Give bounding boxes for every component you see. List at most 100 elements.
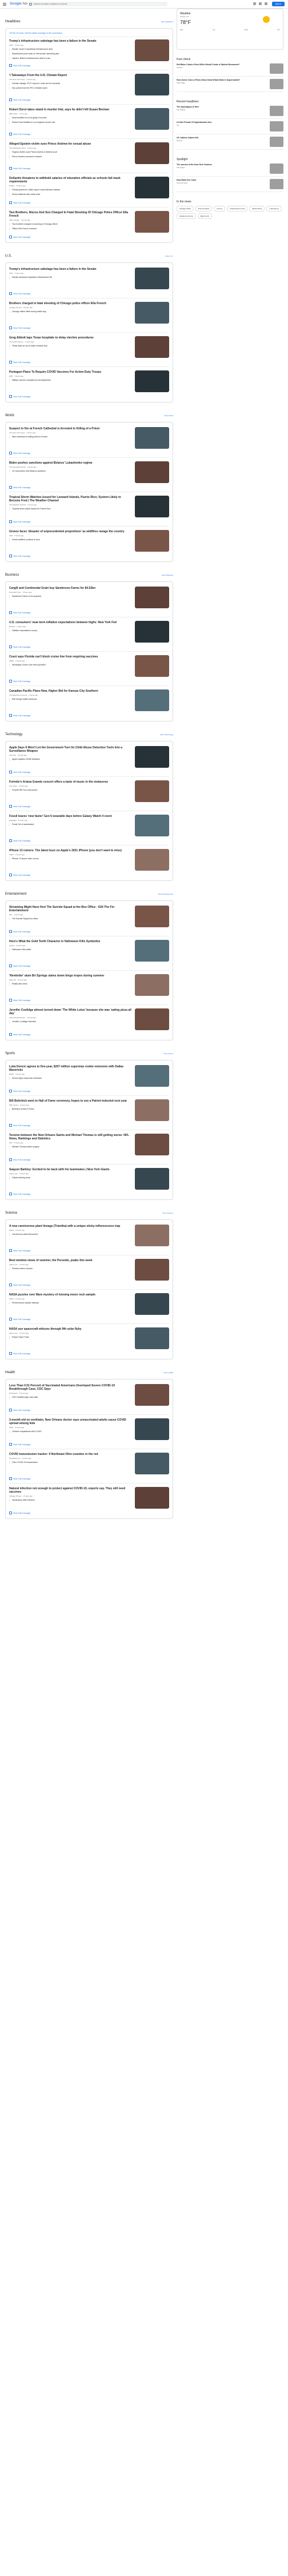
story-headline[interactable]: Court says Florida can't block cruise li… — [9, 655, 132, 659]
sidebar-item[interactable]: The sunrise of the New York Yankees The R… — [177, 161, 283, 177]
section-title[interactable]: Business More Business — [5, 572, 173, 578]
story-thumbnail[interactable] — [135, 1453, 169, 1474]
story-thumbnail[interactable] — [135, 621, 169, 643]
topic-chip[interactable]: Sanderson Farms — [177, 213, 196, 219]
sub-story[interactable]: CDC breakthrough case data — [9, 1396, 132, 1399]
full-coverage-link[interactable]: View Full Coverage — [9, 1090, 169, 1094]
section-heading[interactable]: Entertainment — [5, 892, 26, 896]
story-source[interactable]: Space.com — [9, 1263, 18, 1266]
sub-story[interactable]: Halloween Kills trailer — [9, 948, 132, 951]
full-coverage-link[interactable]: View Full Coverage — [9, 167, 169, 172]
story-thumbnail[interactable] — [135, 849, 169, 871]
sub-story[interactable]: Chicago officer killed during traffic st… — [9, 310, 132, 313]
sub-story[interactable]: Robert Durst testifies in Los Angeles mu… — [9, 121, 132, 124]
full-coverage-link[interactable]: View Full Coverage — [9, 1124, 169, 1129]
story-source[interactable]: CNET — [9, 854, 14, 856]
section-heading[interactable]: Sports — [5, 1052, 15, 1055]
section-heading[interactable]: Health — [5, 1371, 15, 1374]
story-thumbnail[interactable] — [135, 746, 169, 768]
story-source[interactable]: Reuters — [9, 625, 15, 628]
full-coverage-link[interactable]: View Full Coverage — [9, 1409, 169, 1413]
section-heading[interactable]: Business — [5, 573, 19, 577]
story-source[interactable]: WWL — [9, 1426, 13, 1429]
story-thumbnail[interactable] — [135, 1487, 169, 1509]
sidebar-item-thumbnail[interactable] — [270, 79, 283, 89]
story-source[interactable]: Vulture — [9, 944, 14, 947]
more-link[interactable]: More World — [165, 414, 173, 417]
full-coverage-link[interactable]: View Full Coverage — [9, 680, 169, 684]
sub-story[interactable]: Apple explains CSAM detection — [9, 758, 132, 761]
sub-story[interactable]: Vaccination after infection — [9, 1499, 132, 1502]
sub-story[interactable]: Doncic signs supermax extension — [9, 1077, 132, 1080]
sub-story[interactable]: Parker Solar Probe — [9, 1336, 132, 1339]
story-source[interactable]: Financial Times — [9, 591, 21, 593]
sub-story[interactable]: Florida governor's office says it could … — [9, 189, 132, 192]
story-thumbnail[interactable] — [135, 1327, 169, 1349]
topic-chip[interactable]: Tropical Storm Fred — [227, 206, 248, 212]
section-title[interactable]: World More World — [5, 413, 173, 418]
sub-story[interactable]: Texas asks for out-of-state medical help — [9, 345, 132, 348]
sub-story[interactable]: Children hospitalized with COVID — [9, 1430, 132, 1433]
story-source[interactable]: The New York Times — [9, 78, 25, 81]
story-headline[interactable]: U.S. consumers' near-term inflation expe… — [9, 621, 132, 624]
story-source[interactable]: The Weather Channel — [9, 504, 26, 506]
sidebar-item[interactable]: Fact check: Does a Photo Show Dead Whale… — [177, 77, 283, 92]
story-headline[interactable]: Streaming Might Have Hurt The Suicide Sq… — [9, 906, 132, 912]
sidebar-item[interactable]: A Killer Private Of Sophisticated Gun Vox — [177, 119, 283, 134]
story-headline[interactable]: Two Brothers, Nieces And Son Charged In … — [9, 211, 132, 218]
story-source[interactable]: CBS Chicago — [9, 219, 19, 221]
story-source[interactable]: The Associated Press — [9, 466, 26, 468]
topic-chip[interactable]: Chicago Police — [177, 206, 194, 212]
story-source[interactable]: CNET — [9, 1298, 14, 1300]
story-source[interactable]: CNN — [9, 272, 13, 274]
full-coverage-link[interactable]: View Full Coverage — [9, 64, 169, 69]
topic-chip[interactable]: Prince Andrew — [195, 206, 213, 212]
story-thumbnail[interactable] — [135, 655, 169, 677]
sidebar-item[interactable]: Did Biden Claim a Post-Office Would Crea… — [177, 61, 283, 77]
story-thumbnail[interactable] — [135, 1099, 169, 1121]
story-thumbnail[interactable] — [135, 1134, 169, 1155]
full-coverage-link[interactable]: View Full Coverage — [9, 1193, 169, 1197]
weather-card[interactable]: Weather Fresno, CA 78°F Mon Tue Wed Thu — [177, 9, 283, 50]
story-headline[interactable]: A new carnivorous plant lineage (Trianth… — [9, 1225, 132, 1228]
story-thumbnail[interactable] — [135, 427, 169, 449]
sign-in-button[interactable]: Sign in — [272, 2, 285, 6]
story-thumbnail[interactable] — [135, 689, 169, 711]
story-source[interactable]: IGN — [9, 914, 12, 916]
section-heading[interactable]: U.S. — [5, 254, 12, 258]
story-thumbnail[interactable] — [135, 530, 169, 552]
full-coverage-link[interactable]: View Full Coverage — [9, 999, 169, 1003]
full-coverage-link[interactable]: View Full Coverage — [9, 1283, 169, 1288]
full-coverage-link[interactable]: View Full Coverage — [9, 486, 169, 491]
story-headline[interactable]: COVID transmission tracker: 9 Northeast … — [9, 1453, 132, 1456]
more-link[interactable]: More Headlines — [161, 21, 173, 23]
story-thumbnail[interactable] — [135, 268, 169, 289]
story-headline[interactable]: Fossil leaves 'new faster' Gen 6 wearabl… — [9, 815, 132, 818]
full-coverage-link[interactable]: View Full Coverage — [9, 520, 169, 525]
full-coverage-link[interactable]: View Full Coverage — [9, 611, 169, 616]
sub-story[interactable]: Perseid meteor shower — [9, 1267, 132, 1270]
story-headline[interactable]: Apple Says It Won't Let the Government T… — [9, 746, 132, 753]
full-coverage-link[interactable]: View Full Coverage — [9, 1318, 169, 1322]
story-source[interactable]: The Texas Tribune — [9, 341, 23, 343]
sub-story[interactable]: Senate 'close' to bipartisan infrastruct… — [9, 48, 132, 51]
story-headline[interactable]: Saquon Barkley: Excited to be back with … — [9, 1168, 132, 1171]
story-headline[interactable]: NASA puzzles over Mars mystery of missin… — [9, 1293, 132, 1297]
apps-icon[interactable] — [265, 2, 267, 5]
story-thumbnail[interactable] — [135, 108, 169, 130]
story-thumbnail[interactable] — [135, 74, 169, 95]
story-thumbnail[interactable] — [135, 815, 169, 836]
story-headline[interactable]: Brothers charged in fatal shooting of Ch… — [9, 302, 132, 305]
story-headline[interactable]: Greece faces 'disaster of unprecedented … — [9, 530, 132, 533]
more-link[interactable]: More Business — [162, 574, 173, 576]
story-headline[interactable]: Pentagon Plans To Require COVID Vaccines… — [9, 370, 132, 374]
full-coverage-link[interactable]: View Full Coverage — [9, 452, 169, 456]
search-input[interactable]: Search for topics, locations & sources — [27, 2, 167, 6]
story-headline[interactable]: 'Reminder' alum Bri Springs slams down b… — [9, 974, 132, 978]
full-coverage-link[interactable]: View Full Coverage — [9, 1033, 169, 1038]
full-coverage-link[interactable]: View Full Coverage — [9, 1352, 169, 1357]
full-coverage-link[interactable]: View Full Coverage — [9, 98, 169, 103]
sub-story[interactable]: Norwegian Cruise Line wins injunction — [9, 664, 132, 667]
sub-story[interactable]: Man confesses to killing priest in Franc… — [9, 436, 132, 438]
story-thumbnail[interactable] — [135, 177, 169, 198]
